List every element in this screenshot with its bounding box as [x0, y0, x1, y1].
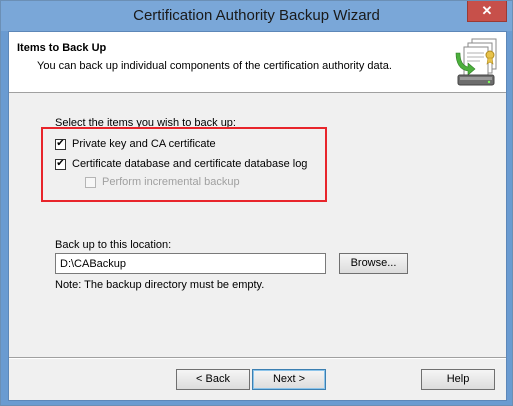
footer-divider [9, 357, 506, 359]
wizard-header: Items to Back Up You can back up individ… [9, 32, 506, 93]
browse-button[interactable]: Browse... [339, 253, 408, 274]
backup-location-input[interactable] [55, 253, 326, 274]
close-button[interactable]: ✕ [467, 1, 507, 22]
help-button[interactable]: Help [421, 369, 495, 390]
backup-note: Note: The backup directory must be empty… [55, 279, 265, 291]
next-button[interactable]: Next > [252, 369, 326, 390]
back-button[interactable]: < Back [176, 369, 250, 390]
title-bar[interactable]: Certification Authority Backup Wizard ✕ [1, 1, 512, 31]
backup-location-label: Back up to this location: [55, 239, 172, 251]
page-title: Items to Back Up [17, 42, 107, 54]
ca-backup-wizard-icon [455, 38, 497, 86]
page-subtitle: You can back up individual components of… [37, 60, 392, 72]
annotation-highlight-box [41, 127, 327, 202]
wizard-client-area: Items to Back Up You can back up individ… [8, 31, 507, 401]
wizard-window: Certification Authority Backup Wizard ✕ … [0, 0, 513, 406]
window-title: Certification Authority Backup Wizard [133, 7, 380, 24]
